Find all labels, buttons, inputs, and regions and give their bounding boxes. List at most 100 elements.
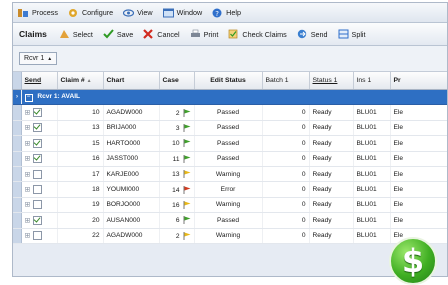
send-button[interactable]: Send [297, 29, 328, 39]
insurance-value: BLU01 [353, 104, 391, 121]
insurance-value: BLU01 [353, 151, 391, 167]
edit-status: Passed [194, 151, 263, 167]
expand-plus-icon[interactable]: ⊞ [25, 186, 31, 193]
edit-status: Warning [194, 197, 263, 214]
row-selector[interactable] [13, 212, 22, 229]
send-cell: ⊞ [21, 120, 58, 137]
expand-plus-icon[interactable]: ⊞ [25, 232, 31, 239]
chart-id: YOUMI000 [103, 181, 160, 198]
row-selector[interactable] [13, 120, 22, 137]
send-checkbox[interactable] [33, 123, 43, 133]
menu-view[interactable]: View [123, 8, 153, 18]
group-expander-arrow[interactable]: › [13, 89, 22, 106]
row-selector[interactable] [13, 228, 22, 244]
dollar-badge-icon: $ [389, 237, 437, 285]
expand-plus-icon[interactable]: ⊞ [25, 156, 31, 163]
send-checkbox[interactable] [33, 154, 43, 164]
group-chip-rcvr[interactable]: Rcvr 1 ▲ [19, 52, 58, 65]
col-batch-1[interactable]: Batch 1 [262, 72, 310, 90]
send-cell: ⊞ [21, 104, 58, 121]
split-button[interactable]: Split [338, 29, 366, 39]
expand-plus-icon[interactable]: ⊞ [25, 125, 31, 132]
menu-process[interactable]: Process [18, 8, 58, 18]
cancel-x-icon [143, 29, 154, 39]
batch-value: 0 [262, 228, 310, 244]
insurance-value: BLU01 [353, 228, 391, 244]
select-button[interactable]: Select [59, 29, 93, 39]
expand-plus-icon[interactable]: ⊞ [25, 109, 31, 116]
print-icon [190, 29, 201, 39]
check-claims-button[interactable]: Check Claims [228, 29, 287, 39]
edit-status: Warning [194, 228, 263, 244]
menu-help[interactable]: ? Help [212, 8, 241, 18]
case-cell: 14 [159, 181, 195, 198]
table-row[interactable]: ⊞ 22 AGADW000 2 Warning 0 Ready BLU01 Ele [13, 228, 447, 244]
send-checkbox[interactable] [33, 200, 43, 210]
insurance-value: BLU01 [353, 181, 391, 198]
col-pr[interactable]: Pr [390, 72, 447, 90]
send-checkbox[interactable] [33, 185, 43, 195]
col-claim[interactable]: Claim # ▲ [57, 72, 104, 90]
split-icon [338, 29, 349, 39]
expand-plus-icon[interactable]: ⊞ [25, 217, 31, 224]
case-number: 6 [175, 217, 180, 225]
send-checkbox[interactable] [33, 138, 43, 148]
row-selector[interactable] [13, 104, 22, 121]
chart-id: BRIJA000 [103, 120, 160, 137]
send-cell: ⊞ [21, 151, 58, 167]
save-button[interactable]: Save [103, 29, 133, 39]
col-ins-1[interactable]: Ins 1 [353, 72, 391, 90]
send-checkbox[interactable] [33, 231, 43, 241]
batch-value: 0 [262, 197, 310, 214]
table-row[interactable]: ⊞ 20 AUSAN000 6 Passed 0 Ready BLU01 Ele [13, 212, 447, 229]
svg-text:?: ? [215, 10, 219, 18]
collapse-icon[interactable]: − [24, 93, 33, 102]
col-case[interactable]: Case [159, 72, 195, 90]
send-checkbox[interactable] [33, 169, 43, 179]
save-checkmark-icon [103, 29, 114, 39]
table-row[interactable]: ⊞ 18 YOUMI000 14 Error 0 Ready BLU01 Ele [13, 181, 447, 198]
row-selector[interactable] [13, 166, 22, 183]
table-row[interactable]: ⊞ 19 BORJO000 16 Warning 0 Ready BLU01 Ele [13, 197, 447, 214]
menu-configure[interactable]: Configure [68, 8, 113, 18]
row-selector[interactable] [13, 135, 22, 152]
provider-value: Ele [390, 212, 447, 229]
send-checkbox[interactable] [33, 215, 43, 225]
chart-id: AGADW000 [103, 104, 160, 121]
expand-plus-icon[interactable]: ⊞ [25, 140, 31, 147]
edit-status: Passed [194, 135, 263, 152]
table-row[interactable]: ⊞ 17 KARJE000 13 Warning 0 Ready BLU01 Ele [13, 166, 447, 183]
expand-plus-icon[interactable]: ⊞ [25, 202, 31, 209]
claim-number: 18 [57, 181, 104, 198]
cancel-button[interactable]: Cancel [143, 29, 180, 39]
case-cell: 6 [159, 212, 195, 229]
row-selector[interactable] [13, 181, 22, 198]
expand-plus-icon[interactable]: ⊞ [25, 171, 31, 178]
case-number: 3 [175, 124, 180, 132]
table-row[interactable]: ⊞ 10 AGADW000 2 Passed 0 Ready BLU01 Ele [13, 104, 447, 121]
group-chip-label: Rcvr 1 [24, 55, 45, 62]
menu-window[interactable]: Window [162, 8, 202, 18]
claims-toolbar: Claims Select Save Cancel Print Check Cl… [13, 23, 447, 46]
menu-bar: Process Configure View Window ? Help [13, 3, 447, 23]
table-row[interactable]: ⊞ 16 JASST000 11 Passed 0 Ready BLU01 Ele [13, 151, 447, 167]
group-row[interactable]: › − Rcvr 1: AVAIL [13, 89, 447, 106]
col-send[interactable]: Send [21, 72, 58, 90]
row-selector[interactable] [13, 151, 22, 167]
row-selector[interactable] [13, 197, 22, 214]
col-edit-status[interactable]: Edit Status [194, 72, 263, 90]
provider-value: Ele [390, 104, 447, 121]
status-flag-icon [183, 231, 190, 240]
table-row[interactable]: ⊞ 15 HARTO000 10 Passed 0 Ready BLU01 Ele [13, 135, 447, 152]
sort-ascending-icon: ▲ [47, 55, 53, 62]
print-button[interactable]: Print [190, 29, 218, 39]
provider-value: Ele [390, 197, 447, 214]
table-row[interactable]: ⊞ 13 BRIJA000 3 Passed 0 Ready BLU01 Ele [13, 120, 447, 137]
col-chart[interactable]: Chart [103, 72, 160, 90]
send-cell: ⊞ [21, 228, 58, 244]
claim-number: 16 [57, 151, 104, 167]
send-checkbox[interactable] [33, 108, 43, 118]
case-number: 10 [172, 140, 180, 148]
chart-id: KARJE000 [103, 166, 160, 183]
col-status-1[interactable]: Status 1 [309, 72, 354, 90]
